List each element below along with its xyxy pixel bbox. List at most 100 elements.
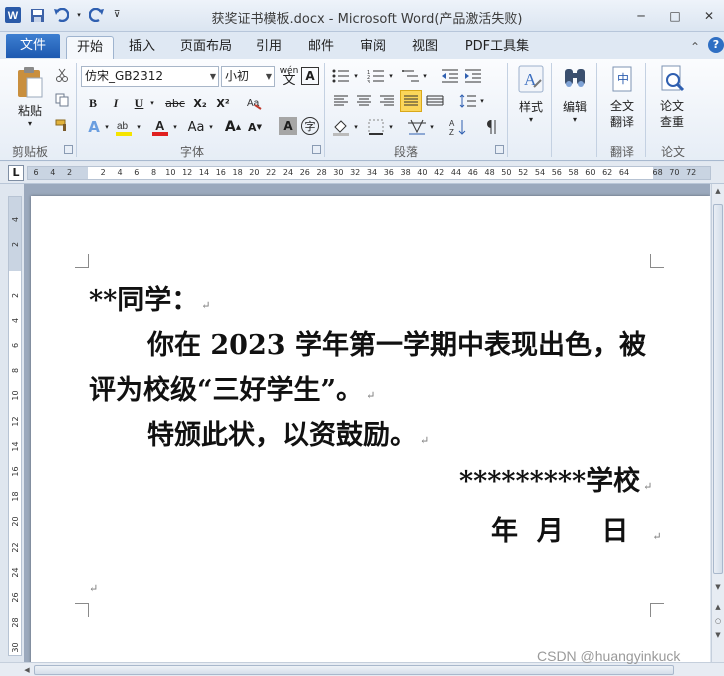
doc-line-empty[interactable]: ↵ xyxy=(89,568,98,599)
group-separator xyxy=(551,63,552,157)
format-painter-icon[interactable] xyxy=(54,117,70,133)
italic-button[interactable]: I xyxy=(108,94,124,112)
font-color-dropdown-icon[interactable]: ▾ xyxy=(171,117,179,137)
shading-dropdown-icon[interactable]: ▾ xyxy=(352,117,360,137)
borders-dropdown-icon[interactable]: ▾ xyxy=(387,117,395,137)
tab-insert[interactable]: 插入 xyxy=(120,36,164,59)
tab-mailings[interactable]: 邮件 xyxy=(300,36,342,59)
align-right-icon[interactable] xyxy=(377,92,397,110)
font-launcher-icon[interactable] xyxy=(312,145,321,154)
line-spacing-dropdown-icon[interactable]: ▾ xyxy=(478,92,486,110)
text-effects-button[interactable]: A xyxy=(85,117,103,137)
window-title: 获奖证书模板.docx - Microsoft Word(产品激活失败) xyxy=(211,12,523,27)
doc-line-date[interactable]: 年 月 日 ↵ xyxy=(491,509,662,548)
decrease-indent-icon[interactable] xyxy=(440,67,460,85)
numbering-icon[interactable]: 123 xyxy=(366,67,386,85)
scroll-up-icon[interactable]: ▲ xyxy=(713,186,723,196)
select-browse-object-icon[interactable]: ○ xyxy=(713,616,723,626)
line-spacing-icon[interactable] xyxy=(458,92,478,110)
tab-references[interactable]: 引用 xyxy=(248,36,290,59)
highlight-dropdown-icon[interactable]: ▾ xyxy=(135,117,143,137)
font-color-icon[interactable]: A xyxy=(150,117,170,137)
shrink-font-button[interactable]: A ▼ xyxy=(246,117,264,137)
tab-selector[interactable]: L xyxy=(8,165,24,181)
numbering-dropdown-icon[interactable]: ▾ xyxy=(387,67,395,85)
character-border-button[interactable]: A xyxy=(301,67,319,85)
maximize-button[interactable]: □ xyxy=(664,8,686,24)
styles-button[interactable]: A 样式 ▾ xyxy=(512,63,550,124)
distributed-icon[interactable] xyxy=(425,92,445,110)
borders-icon[interactable] xyxy=(366,117,386,137)
tab-review[interactable]: 审阅 xyxy=(352,36,394,59)
font-name-combo[interactable]: 仿宋_GB2312 ▼ xyxy=(81,66,219,87)
tab-file[interactable]: 文件 xyxy=(6,34,60,58)
grow-font-button[interactable]: A ▲ xyxy=(224,117,242,137)
underline-dropdown-icon[interactable]: ▾ xyxy=(148,94,156,112)
change-case-button[interactable]: Aa xyxy=(185,117,207,137)
show-marks-icon[interactable] xyxy=(482,117,502,137)
clipboard-launcher-icon[interactable] xyxy=(64,145,73,154)
editing-button[interactable]: 编辑 ▾ xyxy=(556,63,594,124)
doc-line-school[interactable]: *********学校 ↵ xyxy=(459,459,652,498)
paper-check-button[interactable]: 论文 查重 xyxy=(650,63,694,130)
strikethrough-button[interactable]: abc xyxy=(163,94,187,112)
document-page[interactable]: **同学： ↵ 你在 2023 学年第一学期中表现出色，被 评为校级“三好学生”。… xyxy=(31,196,710,662)
bold-button[interactable]: B xyxy=(85,94,101,112)
close-button[interactable]: ✕ xyxy=(698,8,720,24)
vertical-scroll-thumb[interactable] xyxy=(713,204,723,574)
superscript-button[interactable]: X² xyxy=(213,94,233,112)
minimize-button[interactable]: ─ xyxy=(630,8,652,24)
sort-icon[interactable]: AZ xyxy=(448,117,468,137)
font-size-combo[interactable]: 小初 ▼ xyxy=(221,66,275,87)
previous-page-icon[interactable]: ▲ xyxy=(713,602,723,612)
justify-icon[interactable] xyxy=(400,90,422,112)
paragraph-launcher-icon[interactable] xyxy=(495,145,504,154)
minimize-ribbon-icon[interactable]: ⌃ xyxy=(690,40,700,54)
tab-home[interactable]: 开始 xyxy=(66,36,114,59)
change-case-dropdown-icon[interactable]: ▾ xyxy=(207,117,215,137)
paste-button[interactable]: 粘贴 ▾ xyxy=(10,65,50,128)
next-page-icon[interactable]: ▼ xyxy=(713,630,723,640)
tab-pdf-tools[interactable]: PDF工具集 xyxy=(458,36,536,59)
text-effects-dropdown-icon[interactable]: ▾ xyxy=(103,117,111,137)
enclose-characters-button[interactable]: 字 xyxy=(301,117,319,135)
ruler-tick-label: 14 xyxy=(11,441,20,452)
doc-line-greeting[interactable]: **同学： ↵ xyxy=(89,278,210,317)
vertical-ruler[interactable]: 4 2 2 4 6 8 10 12 14 16 18 20 22 24 26 28 30 xyxy=(8,196,22,656)
clear-formatting-icon[interactable]: Aa xyxy=(244,94,264,112)
multilevel-list-icon[interactable] xyxy=(401,67,421,85)
subscript-button[interactable]: X₂ xyxy=(190,94,210,112)
ruler-tick-label: 58 xyxy=(568,168,579,177)
scroll-down-icon[interactable]: ▼ xyxy=(713,582,723,592)
scroll-left-icon[interactable]: ◀ xyxy=(22,665,32,675)
character-shading-button[interactable]: A xyxy=(279,117,297,135)
align-left-icon[interactable] xyxy=(331,92,351,110)
tab-view[interactable]: 视图 xyxy=(404,36,446,59)
highlight-color-icon[interactable]: ab xyxy=(114,117,134,137)
doc-line-body-2[interactable]: 评为校级“三好学生”。 ↵ xyxy=(89,368,375,407)
tab-page-layout[interactable]: 页面布局 xyxy=(174,36,238,59)
shading-icon[interactable] xyxy=(331,117,351,137)
align-center-icon[interactable] xyxy=(354,92,374,110)
underline-button[interactable]: U xyxy=(131,94,147,112)
vertical-scrollbar[interactable]: ▲ ▼ ▲ ○ ▼ xyxy=(711,184,724,662)
help-icon[interactable]: ? xyxy=(708,37,724,53)
ruler-tick-label: 8 xyxy=(11,368,20,374)
title-bar: W ▾ ⊽ 获奖证书模板.docx - Microsoft Word(产品激活失… xyxy=(0,0,724,32)
bullets-icon[interactable] xyxy=(331,67,351,85)
doc-line-encouragement[interactable]: 特颁此状，以资鼓励。 ↵ xyxy=(147,413,429,452)
chinese-layout-icon[interactable] xyxy=(406,117,428,137)
full-text-translate-button[interactable]: 中 全文 翻译 xyxy=(601,63,643,130)
doc-line-body-1[interactable]: 你在 2023 学年第一学期中表现出色，被 xyxy=(147,323,646,362)
increase-indent-icon[interactable] xyxy=(463,67,483,85)
bullets-dropdown-icon[interactable]: ▾ xyxy=(352,67,360,85)
chinese-layout-dropdown-icon[interactable]: ▾ xyxy=(428,117,436,137)
horizontal-scrollbar[interactable]: ◀ xyxy=(0,662,724,676)
horizontal-ruler[interactable]: 6 4 2 2 4 6 8 10 12 14 16 18 20 22 24 26 28 30 32 34 36 38 40 4… xyxy=(27,166,711,180)
horizontal-scroll-thumb[interactable] xyxy=(34,665,674,675)
multilevel-dropdown-icon[interactable]: ▾ xyxy=(421,67,429,85)
cut-icon[interactable] xyxy=(54,67,70,83)
phonetic-guide-button[interactable]: wén 文 xyxy=(279,65,299,88)
copy-icon[interactable] xyxy=(54,92,70,108)
ruler-tick-label: 54 xyxy=(534,168,546,177)
